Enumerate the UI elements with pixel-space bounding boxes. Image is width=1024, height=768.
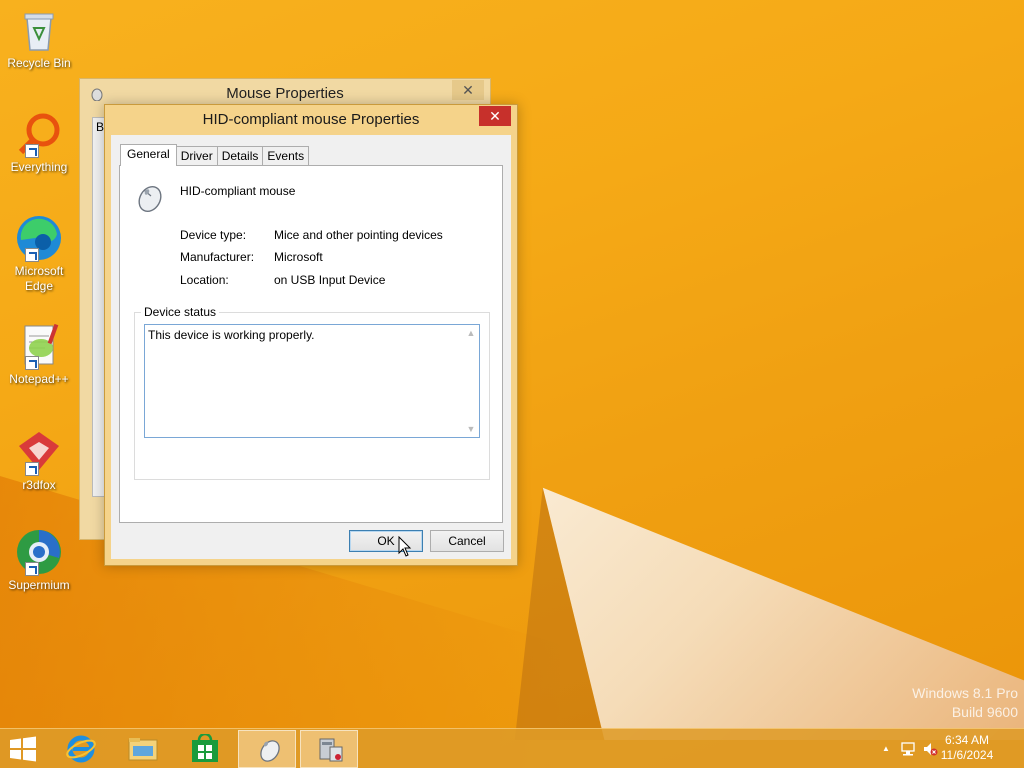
scroll-up-arrow-icon[interactable]: ▲ <box>465 327 477 339</box>
device-name: HID-compliant mouse <box>180 184 296 198</box>
shortcut-arrow-icon <box>25 356 39 370</box>
taskbar-internet-explorer[interactable] <box>52 730 110 768</box>
desktop-icon-label: Microsoft Edge <box>14 264 64 293</box>
notepad-plus-plus-icon <box>15 322 63 370</box>
device-manager-icon <box>314 735 346 765</box>
shortcut-arrow-icon <box>25 144 39 158</box>
dialog-title: HID-compliant mouse Properties <box>202 111 420 128</box>
supermium-icon <box>15 528 63 576</box>
internet-explorer-icon <box>65 734 97 764</box>
property-value: on USB Input Device <box>274 273 386 287</box>
hid-mouse-properties-dialog[interactable]: HID-compliant mouse Properties ✕ General… <box>104 104 518 566</box>
property-key: Device type: <box>180 228 247 242</box>
desktop-icon-microsoft-edge[interactable]: Microsoft Edge <box>2 214 76 294</box>
r3dfox-icon <box>15 428 63 476</box>
shortcut-arrow-icon <box>25 462 39 476</box>
scroll-down-arrow-icon[interactable]: ▼ <box>465 423 477 435</box>
desktop-icon-recycle-bin[interactable]: Recycle Bin <box>2 6 76 71</box>
device-status-group: Device status This device is working pro… <box>134 305 490 480</box>
desktop-icon-supermium[interactable]: Supermium <box>2 528 76 593</box>
clock-date: 11/6/2024 <box>940 748 994 762</box>
mouse-cursor-icon <box>398 535 412 558</box>
network-icon[interactable] <box>900 741 916 757</box>
taskbar: ▲ 6:34 AM 11/6/2024 <box>0 728 1024 768</box>
tab-general[interactable]: General <box>120 144 177 166</box>
dialog-body: General Driver Details Events HID-compli… <box>111 135 511 559</box>
system-tray: ▲ 6:34 AM 11/6/2024 <box>864 729 1024 768</box>
edge-browser-icon <box>15 214 63 262</box>
desktop-icon-label: Recycle Bin <box>7 56 71 70</box>
close-button[interactable]: ✕ <box>479 106 511 126</box>
desktop-icon-label: Notepad++ <box>9 372 69 386</box>
shortcut-arrow-icon <box>25 562 39 576</box>
desktop-icon-label: Everything <box>10 160 68 174</box>
desktop-icon-label: r3dfox <box>22 478 56 492</box>
windows-watermark: Windows 8.1 Pro Build 9600 <box>912 684 1018 722</box>
taskbar-store[interactable] <box>176 730 234 768</box>
clock-time: 6:34 AM <box>944 733 990 747</box>
mouse-icon <box>88 85 104 102</box>
property-value: Microsoft <box>274 250 323 264</box>
property-key: Manufacturer: <box>180 250 255 264</box>
taskbar-clock[interactable]: 6:34 AM 11/6/2024 <box>932 733 1002 763</box>
tab-events[interactable]: Events <box>262 146 310 166</box>
taskbar-mouse-properties[interactable] <box>238 730 296 768</box>
mouse-device-icon <box>132 180 166 214</box>
shortcut-arrow-icon <box>25 248 39 262</box>
tab-peek[interactable]: B <box>96 120 104 134</box>
recycle-bin-icon <box>15 6 63 54</box>
desktop-icon-r3dfox[interactable]: r3dfox <box>2 428 76 493</box>
taskbar-file-explorer[interactable] <box>114 730 172 768</box>
property-row: Device type: Mice and other pointing devi… <box>180 228 443 242</box>
cancel-button[interactable]: Cancel <box>430 530 504 552</box>
desktop-icon-notepad-plus-plus[interactable]: Notepad++ <box>2 322 76 387</box>
taskbar-device-manager[interactable] <box>300 730 358 768</box>
tab-strip: General Driver Details Events <box>120 144 310 166</box>
tab-details[interactable]: Details <box>216 146 264 166</box>
tab-driver[interactable]: Driver <box>175 146 218 166</box>
watermark-build: Build 9600 <box>951 704 1018 720</box>
mouse-icon <box>252 735 284 765</box>
property-value: Mice and other pointing devices <box>274 228 443 242</box>
folder-icon <box>127 734 159 764</box>
show-hidden-icons-chevron-icon[interactable]: ▲ <box>878 741 894 757</box>
property-key: Location: <box>180 273 229 287</box>
desktop-icon-label: Supermium <box>8 578 70 592</box>
property-row: Manufacturer: Microsoft <box>180 250 323 264</box>
device-status-textbox[interactable]: This device is working properly. ▲ ▼ <box>144 324 480 438</box>
watermark-edition: Windows 8.1 Pro <box>912 685 1018 701</box>
store-icon <box>189 732 221 764</box>
close-button[interactable]: ✕ <box>452 80 484 100</box>
general-tab-panel: HID-compliant mouse Device type: Mice and… <box>119 165 503 523</box>
desktop-icon-everything[interactable]: Everything <box>2 110 76 175</box>
property-row: Location: on USB Input Device <box>180 273 385 287</box>
everything-search-icon <box>15 110 63 158</box>
device-status-text: This device is working properly. <box>148 328 315 342</box>
start-button-windows-icon[interactable] <box>8 736 38 762</box>
device-status-label: Device status <box>141 305 220 319</box>
